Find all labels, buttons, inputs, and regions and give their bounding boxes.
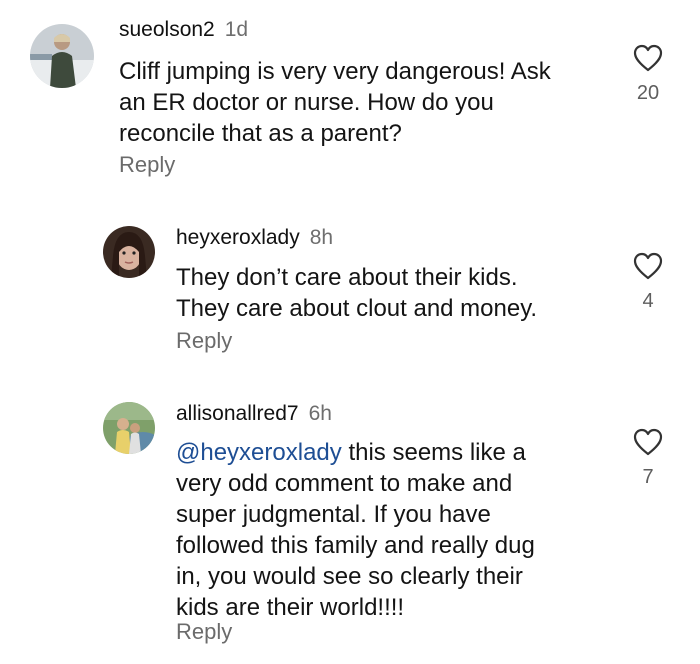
- timestamp: 1d: [224, 18, 249, 41]
- comment-line: Cliff jumping is very very dangerous! As…: [119, 58, 551, 85]
- comment-sueolson2: sueolson2 1d Cliff jumping is very very d…: [0, 0, 700, 190]
- comment-line-rest: this seems like a: [341, 439, 526, 466]
- reply-button[interactable]: Reply: [176, 328, 232, 354]
- avatar-heyxeroxlady[interactable]: [103, 226, 155, 278]
- comment-header: heyxeroxlady 8h: [176, 226, 333, 250]
- comment-line: reconcile that as a parent?: [119, 120, 402, 147]
- mention-link[interactable]: @heyxeroxlady: [176, 439, 342, 466]
- comment-text: @heyxeroxlady this seems like a very odd…: [176, 437, 535, 623]
- comment-allisonallred7: allisonallred7 6h @heyxeroxlady this seem…: [0, 370, 700, 664]
- comment-header: sueolson2 1d: [119, 18, 248, 42]
- username[interactable]: heyxeroxlady: [176, 226, 300, 249]
- comment-line: @heyxeroxlady this seems like a: [176, 437, 535, 468]
- like-control: 4: [628, 252, 668, 313]
- heart-outline-icon[interactable]: [633, 428, 663, 456]
- reply-button[interactable]: Reply: [176, 619, 232, 645]
- username[interactable]: sueolson2: [119, 18, 215, 41]
- comment-line: in, you would see so clearly their: [176, 563, 523, 590]
- timestamp: 6h: [308, 402, 332, 425]
- reply-button[interactable]: Reply: [119, 152, 175, 178]
- username[interactable]: allisonallred7: [176, 402, 299, 425]
- like-count: 7: [642, 466, 654, 488]
- heart-outline-icon[interactable]: [633, 44, 663, 72]
- like-control: 20: [628, 44, 668, 105]
- comment-line: super judgmental. If you have: [176, 501, 491, 528]
- avatar-sueolson2[interactable]: [30, 24, 94, 88]
- comment-text: Cliff jumping is very very dangerous! As…: [119, 56, 551, 149]
- comment-line: followed this family and really dug: [176, 532, 535, 559]
- heart-outline-icon[interactable]: [633, 252, 663, 280]
- comment-line: an ER doctor or nurse. How do you: [119, 89, 494, 116]
- comment-line: very odd comment to make and: [176, 470, 513, 497]
- comment-text: They don’t care about their kids. They c…: [176, 262, 537, 324]
- like-count: 4: [642, 290, 654, 312]
- like-count: 20: [636, 82, 660, 104]
- timestamp: 8h: [309, 226, 334, 249]
- comment-line: They care about clout and money.: [176, 295, 538, 322]
- comment-heyxeroxlady: heyxeroxlady 8h They don’t care about the…: [0, 190, 700, 370]
- comment-line: They don’t care about their kids.: [176, 264, 518, 291]
- comment-header: allisonallred7 6h: [176, 402, 332, 426]
- like-control: 7: [628, 428, 668, 489]
- avatar-allisonallred7[interactable]: [103, 402, 155, 454]
